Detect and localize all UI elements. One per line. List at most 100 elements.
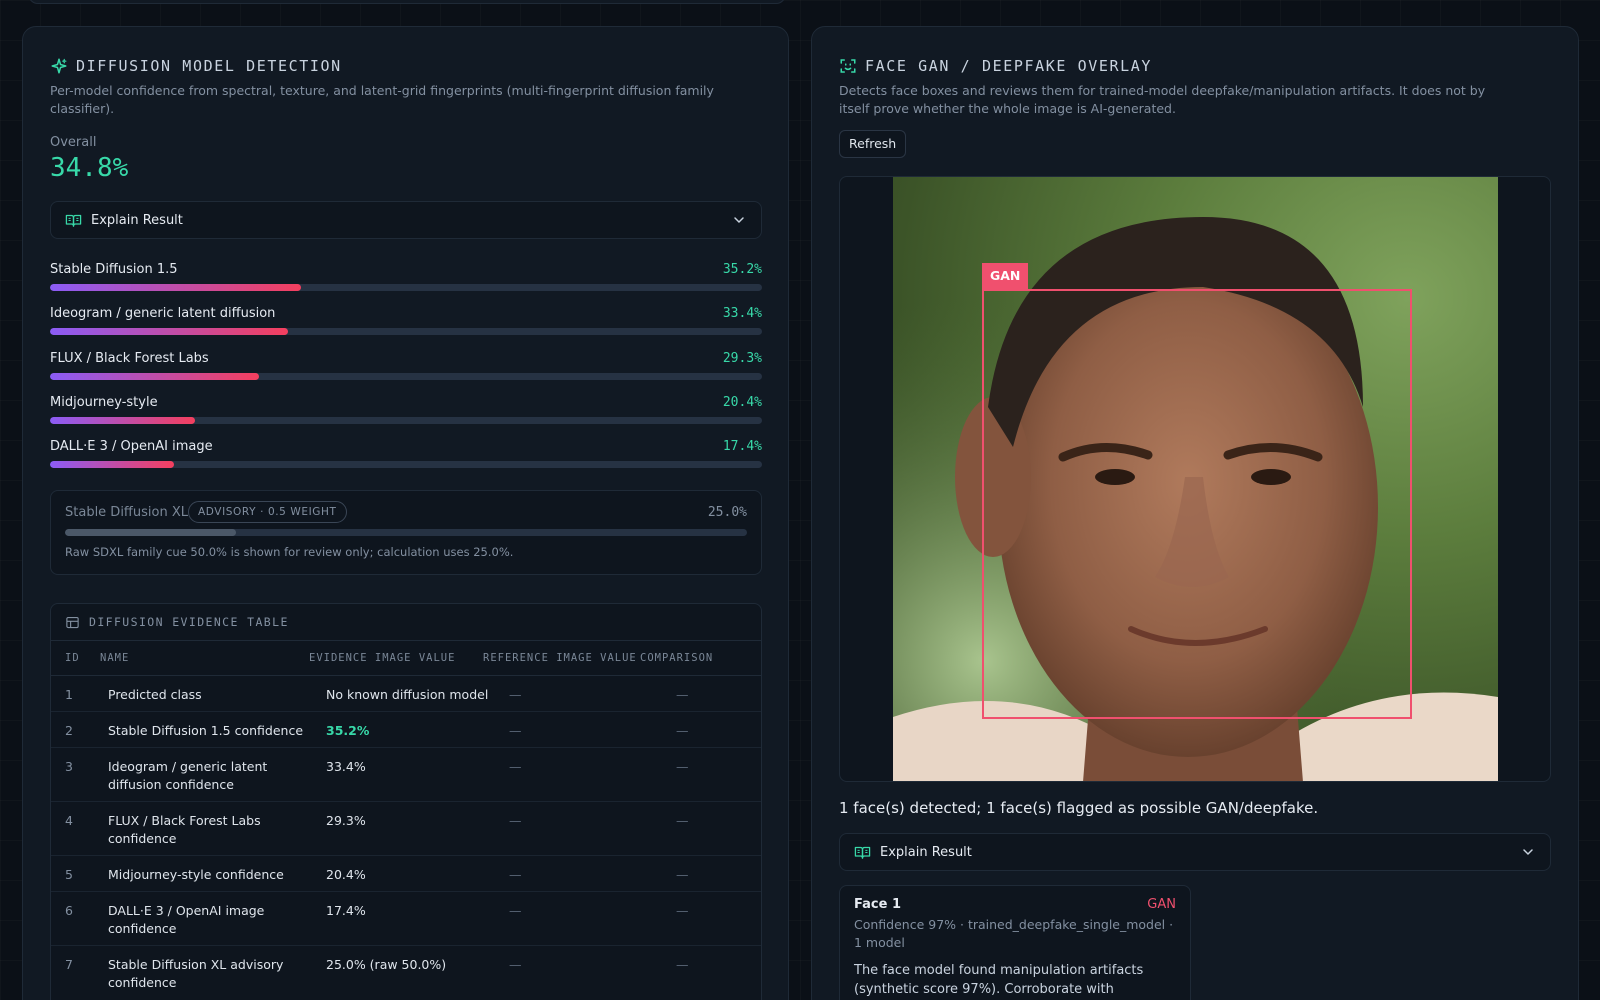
row-id: 1 xyxy=(65,687,73,702)
sparkle-icon xyxy=(51,58,67,74)
row-comparison: — xyxy=(676,957,689,972)
face-bounding-box[interactable] xyxy=(982,289,1412,719)
confidence-bar-track xyxy=(50,373,762,380)
table-row: 1 Predicted class No known diffusion mod… xyxy=(51,676,761,712)
row-reference-value: — xyxy=(509,723,522,738)
evidence-table-header: DIFFUSION EVIDENCE TABLE xyxy=(51,604,761,641)
book-icon xyxy=(854,846,871,859)
table-row: 7 Stable Diffusion XL advisory confidenc… xyxy=(51,946,761,1000)
explain-result-button[interactable]: Explain Result xyxy=(50,201,762,239)
row-evidence-value: 29.3% xyxy=(326,813,366,828)
row-comparison: — xyxy=(676,687,689,702)
image-preview-frame: GAN xyxy=(839,176,1551,782)
row-name: Predicted class xyxy=(108,687,202,702)
advisory-badge: ADVISORY · 0.5 WEIGHT xyxy=(188,501,347,523)
advisory-note: Raw SDXL family cue 50.0% is shown for r… xyxy=(65,545,514,559)
face-detection-summary: 1 face(s) detected; 1 face(s) flagged as… xyxy=(839,799,1319,817)
row-comparison: — xyxy=(676,759,689,774)
face-card-title: Face 1 xyxy=(854,897,901,912)
overall-score: 34.8% xyxy=(50,153,129,183)
row-evidence-value: No known diffusion model xyxy=(326,687,489,702)
confidence-bar-fill xyxy=(50,373,259,380)
model-name: Midjourney-style xyxy=(50,395,158,410)
row-reference-value: — xyxy=(509,813,522,828)
row-comparison: — xyxy=(676,723,689,738)
row-name: DALL·E 3 / OpenAI image confidence xyxy=(108,903,265,936)
row-name: Stable Diffusion XL advisory confidence xyxy=(108,957,284,990)
advisory-confidence: 25.0% xyxy=(707,505,747,520)
row-id: 3 xyxy=(65,759,73,774)
face-card-flag: GAN xyxy=(1147,897,1176,912)
face-card-meta: Confidence 97% · trained_deepfake_single… xyxy=(854,917,1174,950)
evidence-table-column-headers: ID NAME EVIDENCE IMAGE VALUE REFERENCE I… xyxy=(51,641,761,676)
face-result-card: Face 1 GAN Confidence 97% · trained_deep… xyxy=(839,885,1191,1000)
model-name: Ideogram / generic latent diffusion xyxy=(50,306,276,321)
sdxl-advisory-card: Stable Diffusion XL ADVISORY · 0.5 WEIGH… xyxy=(50,490,762,575)
row-evidence-value: 25.0% (raw 50.0%) xyxy=(326,957,447,972)
face-panel-title: FACE GAN / DEEPFAKE OVERLAY xyxy=(865,57,1153,75)
row-reference-value: — xyxy=(509,957,522,972)
row-comparison: — xyxy=(676,867,689,882)
row-evidence-value: 33.4% xyxy=(326,759,366,774)
row-evidence-value: 17.4% xyxy=(326,903,366,918)
row-comparison: — xyxy=(676,903,689,918)
chevron-down-icon xyxy=(1523,849,1533,856)
face-panel-header: FACE GAN / DEEPFAKE OVERLAY xyxy=(839,57,1152,75)
table-row: 3 Ideogram / generic latent diffusion co… xyxy=(51,748,761,802)
gan-label: GAN xyxy=(982,263,1029,289)
face-explain-result-button[interactable]: Explain Result xyxy=(839,833,1551,871)
advisory-model-name: Stable Diffusion XL xyxy=(65,505,188,520)
row-id: 6 xyxy=(65,903,73,918)
explain-result-label: Explain Result xyxy=(880,844,972,860)
table-row: 5 Midjourney-style confidence 20.4% — — xyxy=(51,856,761,892)
book-icon xyxy=(65,214,82,227)
chevron-down-icon xyxy=(734,217,744,224)
confidence-bar-fill xyxy=(50,328,288,335)
model-confidence: 33.4% xyxy=(722,306,762,321)
face-card-explanation: The face model found manipulation artifa… xyxy=(854,963,1144,997)
row-id: 5 xyxy=(65,867,73,882)
explain-result-label: Explain Result xyxy=(91,212,183,228)
diffusion-panel-header: DIFFUSION MODEL DETECTION xyxy=(50,57,342,75)
row-reference-value: — xyxy=(509,687,522,702)
advisory-bar-fill xyxy=(65,529,236,536)
row-evidence-value: 35.2% xyxy=(326,723,370,738)
model-row-dalle3: DALL·E 3 / OpenAI image 17.4% xyxy=(50,439,762,471)
model-confidence: 35.2% xyxy=(722,262,762,277)
diffusion-panel-description: Per-model confidence from spectral, text… xyxy=(50,83,714,116)
confidence-bar-track xyxy=(50,284,762,291)
evidence-table-title: DIFFUSION EVIDENCE TABLE xyxy=(89,615,289,629)
overall-label: Overall xyxy=(50,135,97,150)
column-header-evidence: EVIDENCE IMAGE VALUE xyxy=(309,652,456,664)
column-header-comparison: COMPARISON xyxy=(640,652,714,664)
model-name: Stable Diffusion 1.5 xyxy=(50,262,178,277)
row-name: Stable Diffusion 1.5 confidence xyxy=(108,723,304,738)
model-confidence: 20.4% xyxy=(722,395,762,410)
row-name: Midjourney-style confidence xyxy=(108,867,284,882)
table-row: 2 Stable Diffusion 1.5 confidence 35.2% … xyxy=(51,712,761,748)
face-panel-description: Detects face boxes and reviews them for … xyxy=(839,83,1486,116)
row-evidence-value: 20.4% xyxy=(326,867,366,882)
row-id: 2 xyxy=(65,723,73,738)
model-confidence: 29.3% xyxy=(722,351,762,366)
model-row-sd15: Stable Diffusion 1.5 35.2% xyxy=(50,262,762,294)
diffusion-detection-panel: DIFFUSION MODEL DETECTION Per-model conf… xyxy=(22,26,789,1000)
model-name: DALL·E 3 / OpenAI image xyxy=(50,439,213,454)
column-header-name: NAME xyxy=(100,652,130,664)
confidence-bar-track xyxy=(50,461,762,468)
confidence-bar-fill xyxy=(50,461,174,468)
face-scan-icon xyxy=(840,59,856,73)
table-icon xyxy=(66,616,79,628)
model-confidence: 17.4% xyxy=(722,439,762,454)
row-reference-value: — xyxy=(509,759,522,774)
row-id: 4 xyxy=(65,813,73,828)
model-row-ideogram: Ideogram / generic latent diffusion 33.4… xyxy=(50,306,762,338)
advisory-bar-track xyxy=(65,529,747,536)
table-row: 4 FLUX / Black Forest Labs confidence 29… xyxy=(51,802,761,856)
confidence-bar-track xyxy=(50,417,762,424)
row-id: 7 xyxy=(65,957,73,972)
row-reference-value: — xyxy=(509,903,522,918)
model-row-midjourney: Midjourney-style 20.4% xyxy=(50,395,762,427)
row-comparison: — xyxy=(676,813,689,828)
refresh-button[interactable]: Refresh xyxy=(839,130,907,158)
